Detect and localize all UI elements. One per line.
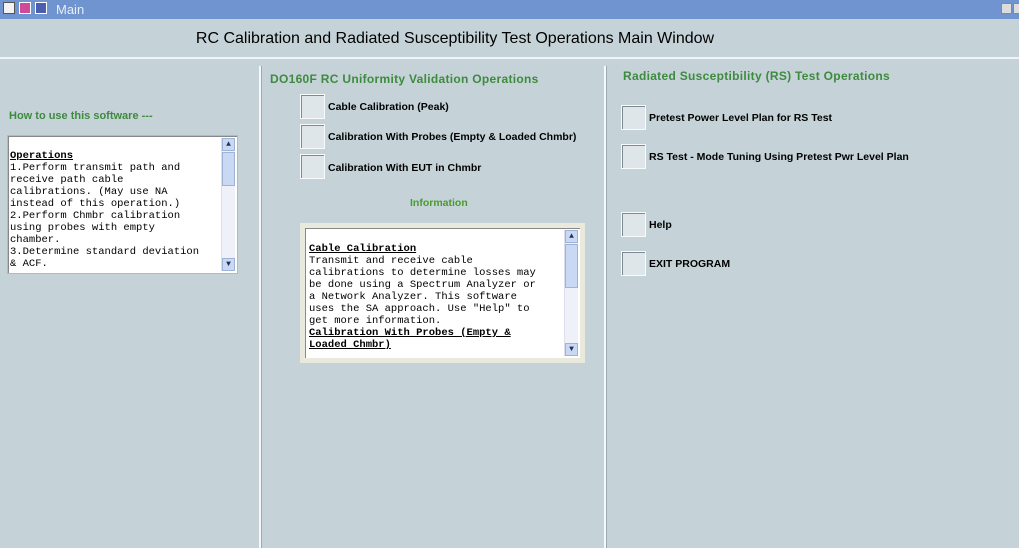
help-label: Help <box>649 219 672 231</box>
calibration-with-probes-label: Calibration With Probes (Empty & Loaded … <box>328 131 577 143</box>
main-title: RC Calibration and Radiated Susceptibili… <box>195 30 715 47</box>
rs-test-mode-tuning-label: RS Test - Mode Tuning Using Pretest Pwr … <box>649 151 909 163</box>
pretest-power-plan-button[interactable] <box>621 105 646 130</box>
app-icon[interactable] <box>3 2 15 14</box>
information-textbox[interactable]: Cable Calibration Transmit and receive c… <box>300 223 585 363</box>
close-button[interactable] <box>1013 3 1019 14</box>
scroll-thumb[interactable] <box>222 152 235 186</box>
scroll-up-icon[interactable]: ▲ <box>565 230 578 243</box>
right-divider <box>604 66 606 548</box>
exit-program-label: EXIT PROGRAM <box>649 258 731 270</box>
scroll-down-icon[interactable]: ▼ <box>222 258 235 271</box>
scroll-thumb[interactable] <box>565 244 578 288</box>
title-bar: Main <box>0 0 1019 19</box>
pretest-power-plan-label: Pretest Power Level Plan for RS Test <box>649 112 833 124</box>
scroll-down-icon[interactable]: ▼ <box>565 343 578 356</box>
calibration-with-eut-button[interactable] <box>300 154 325 179</box>
cable-calibration-button[interactable] <box>300 94 325 119</box>
operations-scrollbar[interactable]: ▲ ▼ <box>221 138 235 271</box>
restore-icon[interactable] <box>19 2 31 14</box>
operations-textbox[interactable]: Operations 1.Perform transmit path and r… <box>7 135 238 274</box>
scroll-up-icon[interactable]: ▲ <box>222 138 235 151</box>
window-title: Main <box>56 2 85 17</box>
rs-test-title: Radiated Susceptibility (RS) Test Operat… <box>623 69 891 83</box>
calibration-with-eut-label: Calibration With EUT in Chmbr <box>328 162 482 174</box>
information-label: Information <box>410 197 468 209</box>
rc-validation-title: DO160F RC Uniformity Validation Operatio… <box>270 72 539 86</box>
rs-test-mode-tuning-button[interactable] <box>621 144 646 169</box>
information-text: Cable Calibration Transmit and receive c… <box>309 243 536 351</box>
information-scrollbar[interactable]: ▲ ▼ <box>564 230 578 356</box>
cable-calibration-label: Cable Calibration (Peak) <box>328 101 449 113</box>
left-divider <box>259 66 261 548</box>
operations-text: Operations 1.Perform transmit path and r… <box>10 150 200 270</box>
how-to-use-heading: How to use this software --- <box>9 110 153 122</box>
maximize-icon[interactable] <box>35 2 47 14</box>
exit-program-button[interactable] <box>621 251 646 276</box>
minimize-button[interactable] <box>1001 3 1012 14</box>
header: RC Calibration and Radiated Susceptibili… <box>0 19 1019 59</box>
help-button[interactable] <box>621 212 646 237</box>
calibration-with-probes-button[interactable] <box>300 124 325 149</box>
